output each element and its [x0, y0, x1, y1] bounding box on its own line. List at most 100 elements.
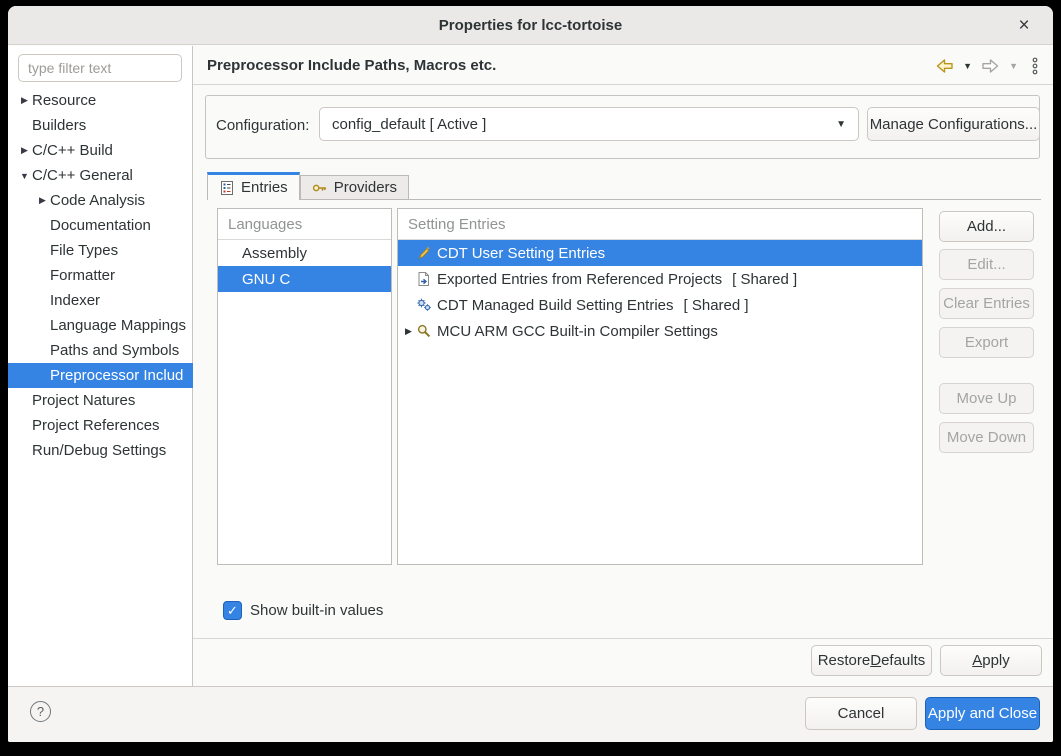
key-icon	[312, 180, 328, 196]
sidebar-item-label: Code Analysis	[50, 192, 145, 209]
entry-item-cdt-user-setting-entries[interactable]: CDT User Setting Entries	[398, 240, 922, 266]
close-icon[interactable]: ×	[1011, 13, 1037, 39]
entry-item-exported-entries-from-referenced-projects[interactable]: Exported Entries from Referenced Project…	[398, 266, 922, 292]
history-nav: ▼ ▼	[935, 46, 1039, 85]
languages-rows: AssemblyGNU C	[218, 240, 391, 292]
sidebar-item-paths-and-symbols[interactable]: Paths and Symbols	[8, 338, 193, 363]
list-icon	[219, 180, 235, 196]
properties-dialog: Properties for lcc-tortoise × ▶ResourceB…	[8, 6, 1053, 742]
show-builtin-checkbox[interactable]: ✓ Show built-in values	[223, 601, 383, 620]
move-down-button[interactable]: Move Down	[939, 422, 1034, 453]
restore-defaults-button[interactable]: Restore Defaults	[811, 645, 932, 676]
sidebar-item-c-c-general[interactable]: ▼C/C++ General	[8, 163, 193, 188]
gears-icon	[416, 297, 433, 313]
sidebar-item-label: C/C++ General	[32, 167, 133, 184]
entry-shared-badge: [ Shared ]	[684, 297, 749, 314]
tab-label: Entries	[241, 179, 288, 196]
back-arrow-icon[interactable]	[935, 58, 954, 74]
sidebar-item-resource[interactable]: ▶Resource	[8, 88, 193, 113]
entry-label: MCU ARM GCC Built-in Compiler Settings	[437, 323, 718, 340]
sidebar-item-run-debug-settings[interactable]: Run/Debug Settings	[8, 438, 193, 463]
chevron-down-icon: ▼	[836, 119, 846, 130]
add-button[interactable]: Add...	[939, 211, 1034, 242]
sidebar-item-label: C/C++ Build	[32, 142, 113, 159]
edit-button[interactable]: Edit...	[939, 249, 1034, 280]
apply-button[interactable]: Apply	[940, 645, 1042, 676]
setting-entries-header: Setting Entries	[398, 209, 922, 240]
sidebar-item-label: Project Natures	[32, 392, 135, 409]
sidebar-tree: ▶ResourceBuilders▶C/C++ Build▼C/C++ Gene…	[8, 88, 193, 463]
sidebar: ▶ResourceBuilders▶C/C++ Build▼C/C++ Gene…	[8, 46, 193, 686]
expand-arrow-icon[interactable]: ▶	[17, 145, 32, 156]
dialog-button-bar: ? Cancel Apply and Close	[8, 686, 1053, 742]
tab-providers[interactable]: Providers	[300, 175, 409, 199]
sidebar-item-label: Language Mappings	[50, 317, 186, 334]
sidebar-item-documentation[interactable]: Documentation	[8, 213, 193, 238]
sidebar-item-file-types[interactable]: File Types	[8, 238, 193, 263]
language-item-gnu-c[interactable]: GNU C	[218, 266, 391, 292]
show-builtin-label: Show built-in values	[250, 602, 383, 619]
cancel-button[interactable]: Cancel	[805, 697, 917, 730]
expand-arrow-icon[interactable]: ▶	[401, 326, 416, 337]
sidebar-item-label: Documentation	[50, 217, 151, 234]
entry-label: CDT Managed Build Setting Entries	[437, 297, 674, 314]
tab-bar: Entries Providers	[207, 172, 1041, 200]
sidebar-item-label: Indexer	[50, 292, 100, 309]
configuration-label: Configuration:	[216, 109, 309, 143]
sidebar-item-label: Project References	[32, 417, 160, 434]
export-button[interactable]: Export	[939, 327, 1034, 358]
apply-and-close-button[interactable]: Apply and Close	[925, 697, 1040, 730]
sidebar-item-preprocessor-includ[interactable]: Preprocessor Includ	[8, 363, 193, 388]
sidebar-item-project-natures[interactable]: Project Natures	[8, 388, 193, 413]
sidebar-item-code-analysis[interactable]: ▶Code Analysis	[8, 188, 193, 213]
setting-entries-list: Setting Entries CDT User Setting Entries…	[397, 208, 923, 565]
export-document-icon	[416, 271, 433, 287]
forward-arrow-icon[interactable]	[981, 58, 1000, 74]
sidebar-item-label: Paths and Symbols	[50, 342, 179, 359]
entry-item-cdt-managed-build-setting-entries[interactable]: CDT Managed Build Setting Entries [ Share…	[398, 292, 922, 318]
entry-item-mcu-arm-gcc-built-in-compiler-settings[interactable]: ▶ MCU ARM GCC Built-in Compiler Settings	[398, 318, 922, 344]
sidebar-item-formatter[interactable]: Formatter	[8, 263, 193, 288]
configuration-select[interactable]: config_default [ Active ] ▼	[319, 107, 859, 141]
main-panel: Preprocessor Include Paths, Macros etc. …	[193, 46, 1053, 686]
manage-configurations-button[interactable]: Manage Configurations...	[867, 107, 1040, 141]
languages-list: Languages AssemblyGNU C	[217, 208, 392, 565]
sidebar-item-label: Preprocessor Includ	[50, 367, 183, 384]
kebab-menu-icon[interactable]	[1031, 56, 1039, 76]
expand-arrow-icon[interactable]: ▶	[17, 95, 32, 106]
sidebar-item-indexer[interactable]: Indexer	[8, 288, 193, 313]
entry-label: Exported Entries from Referenced Project…	[437, 271, 722, 288]
forward-history-dropdown-icon[interactable]: ▼	[1009, 61, 1018, 71]
filter-input[interactable]	[18, 54, 182, 82]
language-item-assembly[interactable]: Assembly	[218, 240, 391, 266]
sidebar-item-label: Resource	[32, 92, 96, 109]
sidebar-item-label: Formatter	[50, 267, 115, 284]
window-title: Properties for lcc-tortoise	[439, 17, 622, 34]
languages-header: Languages	[218, 209, 391, 240]
expand-arrow-icon[interactable]: ▶	[35, 195, 50, 206]
checkbox-check-icon: ✓	[223, 601, 242, 620]
footer-separator	[193, 638, 1053, 639]
move-up-button[interactable]: Move Up	[939, 383, 1034, 414]
sidebar-item-project-references[interactable]: Project References	[8, 413, 193, 438]
pencil-icon	[416, 245, 433, 261]
entry-shared-badge: [ Shared ]	[732, 271, 797, 288]
entry-label: CDT User Setting Entries	[437, 245, 605, 262]
sidebar-item-label: Run/Debug Settings	[32, 442, 166, 459]
configuration-group: Configuration: config_default [ Active ]…	[205, 95, 1040, 159]
back-history-dropdown-icon[interactable]: ▼	[963, 61, 972, 71]
help-icon[interactable]: ?	[30, 701, 51, 722]
magnifier-icon	[416, 323, 433, 339]
page-title: Preprocessor Include Paths, Macros etc.	[207, 57, 496, 74]
sidebar-item-language-mappings[interactable]: Language Mappings	[8, 313, 193, 338]
clear-entries-button[interactable]: Clear Entries	[939, 288, 1034, 319]
sidebar-item-label: Builders	[32, 117, 86, 134]
sidebar-item-c-c-build[interactable]: ▶C/C++ Build	[8, 138, 193, 163]
sidebar-item-builders[interactable]: Builders	[8, 113, 193, 138]
setting-entries-rows: CDT User Setting Entries Exported Entries…	[398, 240, 922, 344]
tab-entries[interactable]: Entries	[207, 172, 300, 200]
tab-label: Providers	[334, 179, 397, 196]
sidebar-item-label: File Types	[50, 242, 118, 259]
collapse-arrow-icon[interactable]: ▼	[17, 171, 32, 181]
panel-header: Preprocessor Include Paths, Macros etc. …	[193, 46, 1053, 85]
